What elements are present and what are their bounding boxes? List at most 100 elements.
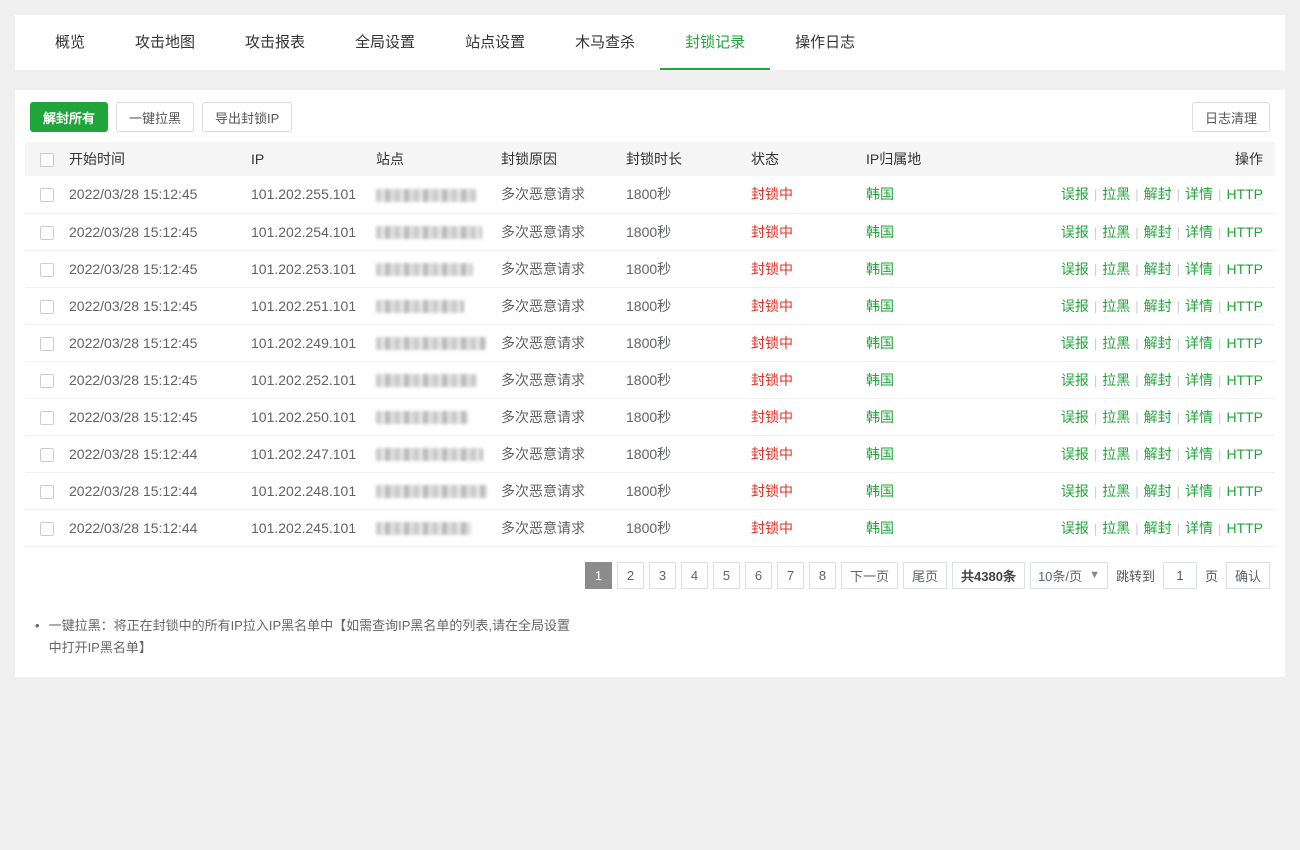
blacklist-link[interactable]: 拉黑 (1102, 186, 1130, 202)
unblock-link[interactable]: 解封 (1144, 261, 1172, 277)
page-size-select[interactable]: 10条/页 ▼ (1030, 562, 1108, 589)
nav-tab[interactable]: 封锁记录 (660, 15, 770, 70)
row-status: 封锁中 (741, 324, 856, 361)
false-positive-link[interactable]: 误报 (1061, 335, 1089, 351)
unblock-link[interactable]: 解封 (1144, 483, 1172, 499)
blacklist-link[interactable]: 拉黑 (1102, 520, 1130, 536)
unblock-link[interactable]: 解封 (1144, 298, 1172, 314)
page-number[interactable]: 4 (681, 562, 708, 589)
page-number[interactable]: 1 (585, 562, 612, 589)
row-checkbox[interactable] (40, 374, 54, 388)
false-positive-link[interactable]: 误报 (1061, 298, 1089, 314)
export-blocked-ip-button[interactable]: 导出封锁IP (202, 102, 292, 132)
row-block-duration: 1800秒 (616, 250, 741, 287)
false-positive-link[interactable]: 误报 (1061, 483, 1089, 499)
nav-tab[interactable]: 木马查杀 (550, 15, 660, 70)
unblock-link[interactable]: 解封 (1144, 186, 1172, 202)
detail-link[interactable]: 详情 (1185, 520, 1213, 536)
blacklist-link[interactable]: 拉黑 (1102, 224, 1130, 240)
http-link[interactable]: HTTP (1226, 298, 1263, 314)
http-link[interactable]: HTTP (1226, 335, 1263, 351)
nav-tab[interactable]: 概览 (30, 15, 110, 70)
page-number[interactable]: 3 (649, 562, 676, 589)
unblock-link[interactable]: 解封 (1144, 224, 1172, 240)
footnote-text: 一键拉黑：将正在封锁中的所有IP拉入IP黑名单中【如需查询IP黑名单的列表,请在… (49, 615, 574, 659)
false-positive-link[interactable]: 误报 (1061, 520, 1089, 536)
action-separator: | (1094, 410, 1097, 425)
nav-tab[interactable]: 操作日志 (770, 15, 880, 70)
http-link[interactable]: HTTP (1226, 261, 1263, 277)
blacklist-link[interactable]: 拉黑 (1102, 446, 1130, 462)
next-page-button[interactable]: 下一页 (841, 562, 898, 589)
detail-link[interactable]: 详情 (1185, 372, 1213, 388)
http-link[interactable]: HTTP (1226, 372, 1263, 388)
row-checkbox[interactable] (40, 263, 54, 277)
row-block-reason: 多次恶意请求 (491, 250, 616, 287)
detail-link[interactable]: 详情 (1185, 186, 1213, 202)
detail-link[interactable]: 详情 (1185, 298, 1213, 314)
row-checkbox[interactable] (40, 411, 54, 425)
row-checkbox[interactable] (40, 337, 54, 351)
false-positive-link[interactable]: 误报 (1061, 372, 1089, 388)
http-link[interactable]: HTTP (1226, 483, 1263, 499)
detail-link[interactable]: 详情 (1185, 483, 1213, 499)
unblock-link[interactable]: 解封 (1144, 520, 1172, 536)
unblock-link[interactable]: 解封 (1144, 335, 1172, 351)
false-positive-link[interactable]: 误报 (1061, 446, 1089, 462)
detail-link[interactable]: 详情 (1185, 446, 1213, 462)
page-number[interactable]: 6 (745, 562, 772, 589)
unblock-link[interactable]: 解封 (1144, 446, 1172, 462)
confirm-button[interactable]: 确认 (1226, 562, 1270, 589)
blacklist-link[interactable]: 拉黑 (1102, 372, 1130, 388)
page-size-value: 10条/页 (1038, 566, 1082, 585)
row-checkbox[interactable] (40, 448, 54, 462)
row-checkbox[interactable] (40, 188, 54, 202)
false-positive-link[interactable]: 误报 (1061, 186, 1089, 202)
action-separator: | (1218, 447, 1221, 462)
row-block-duration: 1800秒 (616, 324, 741, 361)
nav-tab[interactable]: 攻击地图 (110, 15, 220, 70)
false-positive-link[interactable]: 误报 (1061, 224, 1089, 240)
false-positive-link[interactable]: 误报 (1061, 409, 1089, 425)
row-checkbox[interactable] (40, 300, 54, 314)
http-link[interactable]: HTTP (1226, 224, 1263, 240)
blacklist-link[interactable]: 拉黑 (1102, 409, 1130, 425)
blacklist-all-button[interactable]: 一键拉黑 (116, 102, 194, 132)
page-number[interactable]: 7 (777, 562, 804, 589)
blacklist-link[interactable]: 拉黑 (1102, 483, 1130, 499)
nav-tab[interactable]: 站点设置 (440, 15, 550, 70)
page-number[interactable]: 8 (809, 562, 836, 589)
row-checkbox[interactable] (40, 522, 54, 536)
jump-page-input[interactable] (1163, 562, 1197, 589)
http-link[interactable]: HTTP (1226, 186, 1263, 202)
unblock-link[interactable]: 解封 (1144, 372, 1172, 388)
row-start-time: 2022/03/28 15:12:45 (59, 213, 241, 250)
http-link[interactable]: HTTP (1226, 409, 1263, 425)
nav-tab[interactable]: 攻击报表 (220, 15, 330, 70)
unblock-link[interactable]: 解封 (1144, 409, 1172, 425)
detail-link[interactable]: 详情 (1185, 224, 1213, 240)
row-ip: 101.202.249.101 (241, 324, 366, 361)
detail-link[interactable]: 详情 (1185, 335, 1213, 351)
row-checkbox[interactable] (40, 226, 54, 240)
nav-tab[interactable]: 全局设置 (330, 15, 440, 70)
table-row: 2022/03/28 15:12:45 101.202.250.101 多次恶意… (25, 398, 1275, 435)
blacklist-link[interactable]: 拉黑 (1102, 298, 1130, 314)
row-ip: 101.202.247.101 (241, 435, 366, 472)
detail-link[interactable]: 详情 (1185, 261, 1213, 277)
blacklist-link[interactable]: 拉黑 (1102, 335, 1130, 351)
last-page-button[interactable]: 尾页 (903, 562, 947, 589)
http-link[interactable]: HTTP (1226, 446, 1263, 462)
http-link[interactable]: HTTP (1226, 520, 1263, 536)
row-site-redacted (376, 300, 464, 313)
action-separator: | (1094, 521, 1097, 536)
blacklist-link[interactable]: 拉黑 (1102, 261, 1130, 277)
page-number[interactable]: 5 (713, 562, 740, 589)
detail-link[interactable]: 详情 (1185, 409, 1213, 425)
log-cleanup-button[interactable]: 日志清理 (1192, 102, 1270, 132)
row-checkbox[interactable] (40, 485, 54, 499)
page-number[interactable]: 2 (617, 562, 644, 589)
false-positive-link[interactable]: 误报 (1061, 261, 1089, 277)
select-all-checkbox[interactable] (40, 153, 54, 167)
unblock-all-button[interactable]: 解封所有 (30, 102, 108, 132)
